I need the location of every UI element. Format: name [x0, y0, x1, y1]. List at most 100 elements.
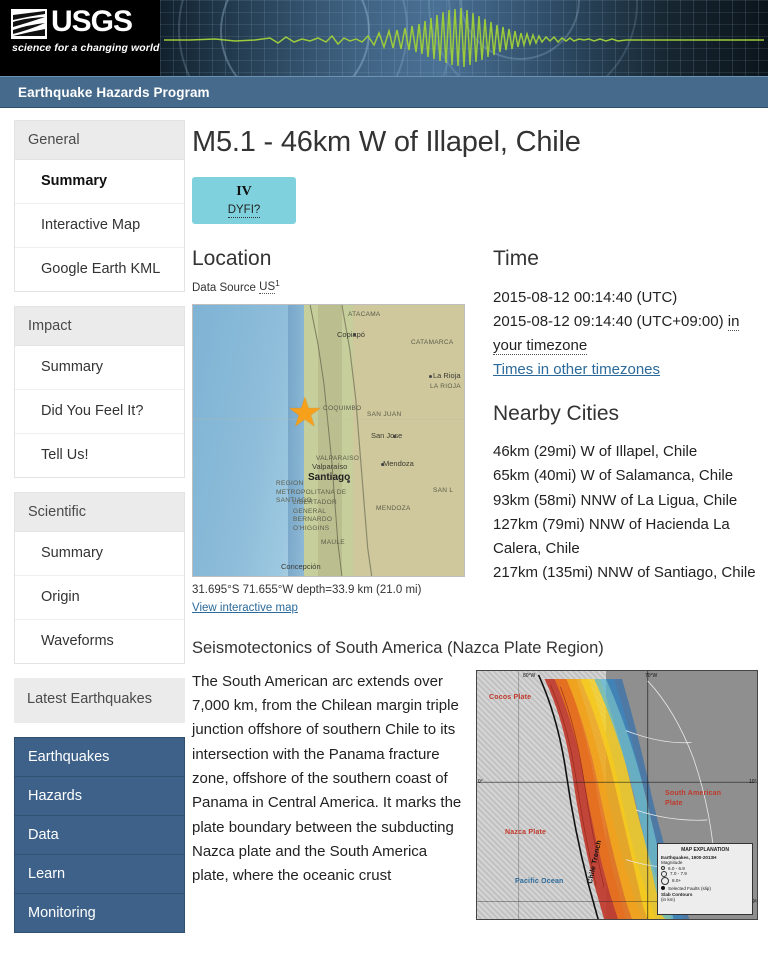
nearby-cities-heading: Nearby Cities: [493, 401, 620, 425]
time-column: Time 2015-08-12 00:14:40 (UTC) 2015-08-1…: [488, 246, 758, 617]
legend-fault-icon: [661, 886, 665, 891]
sidebar-item-scientific-summary[interactable]: Summary: [15, 532, 184, 577]
legend-magnitude-large-icon: [661, 876, 669, 885]
sidebar-item-did-you-feel-it[interactable]: Did You Feel It?: [15, 390, 184, 435]
legend-line: Selected Faults (slip): [668, 885, 711, 891]
sidebar-item-tell-us[interactable]: Tell Us!: [15, 434, 184, 477]
map-label-san-luis: SAN L: [433, 487, 454, 495]
map-label-la-rioja: LA RIOJA: [430, 383, 461, 391]
nearby-cities-list: 46km (29mi) W of Illapel, Chile 65km (40…: [493, 440, 758, 586]
usgs-wordmark: USGS: [51, 5, 133, 38]
map-label-san-juan: SAN JUAN: [367, 411, 402, 419]
sidebar-item-hazards[interactable]: Hazards: [15, 777, 184, 817]
legend-magnitude-medium-icon: [661, 870, 667, 877]
nav-group-title-impact: Impact: [15, 307, 184, 347]
program-bar: Earthquake Hazards Program: [0, 76, 768, 108]
usgs-tagline: science for a changing world: [12, 42, 160, 54]
site-header: USGS science for a changing world: [0, 0, 768, 76]
usgs-wave-mark-icon: [11, 9, 47, 39]
location-time-columns: Location Data Source US1 ATACAMA CATAMAR…: [192, 246, 758, 617]
sidebar-item-learn[interactable]: Learn: [15, 855, 184, 895]
map-label-catamarca: CATAMARCA: [411, 339, 454, 347]
sidebar-item-monitoring[interactable]: Monitoring: [15, 894, 184, 933]
sidebar: General Summary Interactive Map Google E…: [0, 108, 185, 947]
times-other-timezones-link[interactable]: Times in other timezones: [493, 361, 660, 378]
sidebar-item-latest-earthquakes[interactable]: Latest Earthquakes: [14, 678, 185, 724]
page-body: General Summary Interactive Map Google E…: [0, 108, 768, 947]
legend-line: 7.0 - 7.9: [670, 871, 687, 877]
sidebar-item-data[interactable]: Data: [15, 816, 184, 856]
map-label-ohiggins: LIBERTADOR GENERAL BERNARDO O'HIGGINS: [293, 499, 337, 532]
seismogram-banner-icon: [160, 0, 768, 76]
data-source-value[interactable]: US: [259, 281, 276, 295]
sidebar-item-interactive-map[interactable]: Interactive Map: [15, 204, 184, 249]
tectonic-label-nazca-plate: Nazca Plate: [505, 828, 547, 836]
data-source-footnote: 1: [275, 277, 280, 288]
map-city-santiago: Santiago: [308, 472, 351, 484]
time-local: 2015-08-12 09:14:40 (UTC+09:00): [493, 312, 724, 330]
data-source-prefix: Data Source: [192, 281, 256, 294]
program-bar-title: Earthquake Hazards Program: [18, 84, 210, 100]
map-city-copiapo: Copiapó: [337, 330, 365, 340]
tectonic-label-south-american-plate: South American Plate: [665, 789, 722, 807]
nav-group-general: General Summary Interactive Map Google E…: [14, 120, 185, 293]
map-label-valparaiso: VALPARAISO: [316, 455, 360, 463]
time-values: 2015-08-12 00:14:40 (UTC) 2015-08-12 09:…: [493, 286, 758, 383]
map-city-san-jose: San Jose: [371, 431, 403, 441]
sidebar-item-general-summary[interactable]: Summary: [15, 160, 184, 205]
map-city-mendoza: Mendoza: [383, 459, 414, 469]
map-city-valparaiso: Valparaíso: [312, 462, 348, 472]
sidebar-item-google-earth-kml[interactable]: Google Earth KML: [15, 248, 184, 291]
tectonic-label-pacific-ocean: Pacific Ocean: [515, 877, 564, 885]
sidebar-item-waveforms[interactable]: Waveforms: [15, 620, 184, 663]
seismotectonics-section: The South American arc extends over 7,00…: [192, 669, 758, 920]
map-city-la-rioja: La Rioja: [433, 371, 461, 381]
location-map-thumbnail[interactable]: ATACAMA CATAMARCA LA RIOJA COQUIMBO SAN …: [192, 304, 465, 578]
view-interactive-map-link[interactable]: View interactive map: [192, 602, 298, 614]
time-utc: 2015-08-12 00:14:40 (UTC): [493, 288, 678, 306]
seismotectonics-body: The South American arc extends over 7,00…: [192, 672, 462, 885]
nav-group-impact: Impact Summary Did You Feel It? Tell Us!: [14, 306, 185, 479]
sidebar-item-origin[interactable]: Origin: [15, 576, 184, 621]
sidebar-item-earthquakes[interactable]: Earthquakes: [15, 738, 184, 778]
dyfi-label[interactable]: DYFI?: [227, 204, 261, 219]
legend-title: MAP EXPLANATION: [681, 846, 729, 853]
seismogram-trace-icon: [164, 7, 764, 68]
tectonic-tick-label: 70°W: [645, 672, 658, 679]
map-label-mendoza-region: MENDOZA: [376, 505, 411, 513]
legend-line: Magnitude: [661, 859, 683, 865]
dyfi-intensity: IV: [236, 184, 252, 200]
map-label-maule: MAULE: [321, 539, 345, 547]
map-caption: 31.695°S 71.655°W depth=33.9 km (21.0 mi…: [192, 582, 480, 617]
sidebar-item-impact-summary[interactable]: Summary: [15, 346, 184, 391]
page-title: M5.1 - 46km W of Illapel, Chile: [192, 126, 581, 158]
nazca-plate-tectonic-map[interactable]: Cocos Plate Nazca Plate South American P…: [476, 669, 758, 920]
map-label-coquimbo: COQUIMBO: [323, 405, 362, 413]
tectonic-map-legend: MAP EXPLANATION Earthquakes, 1900-2013H …: [657, 842, 753, 915]
nearby-city-item: 46km (29mi) W of Illapel, Chile: [493, 442, 698, 460]
nearby-city-item: 65km (40mi) W of Salamanca, Chile: [493, 467, 734, 485]
map-city-concepcion: Concepción: [281, 562, 321, 572]
nearby-city-item: 217km (135mi) NNW of Santiago, Chile: [493, 564, 756, 582]
tectonic-label-cocos-plate: Cocos Plate: [489, 693, 532, 701]
legend-magnitude-small-icon: [661, 866, 665, 871]
nav-group-title-scientific: Scientific: [15, 493, 184, 533]
location-column: Location Data Source US1 ATACAMA CATAMAR…: [192, 246, 480, 617]
nav-group-main: Earthquakes Hazards Data Learn Monitorin…: [14, 737, 185, 934]
legend-line: 6.0 - 6.9: [668, 865, 685, 871]
legend-line: 8.0+: [672, 878, 682, 884]
usgs-logo[interactable]: USGS science for a changing world: [0, 0, 160, 76]
data-source: Data Source US1: [192, 277, 480, 295]
main-content: M5.1 - 46km W of Illapel, Chile IV DYFI?…: [185, 108, 768, 947]
location-heading: Location: [192, 247, 272, 271]
nav-group-scientific: Scientific Summary Origin Waveforms: [14, 492, 185, 665]
seismotectonics-heading: Seismotectonics of South America (Nazca …: [192, 638, 604, 657]
legend-line: (in km): [661, 896, 676, 902]
tectonic-tick-label: 80°W: [523, 672, 536, 679]
map-label-atacama: ATACAMA: [348, 311, 381, 319]
nearby-city-item: 127km (79mi) NNW of Hacienda La Calera, …: [493, 515, 730, 558]
nearby-city-item: 93km (58mi) NNW of La Ligua, Chile: [493, 491, 738, 509]
coordinates-depth: 31.695°S 71.655°W depth=33.9 km (21.0 mi…: [192, 584, 422, 597]
dyfi-badge[interactable]: IV DYFI?: [192, 177, 296, 225]
tectonic-tick-label: 10°S: [749, 778, 757, 785]
